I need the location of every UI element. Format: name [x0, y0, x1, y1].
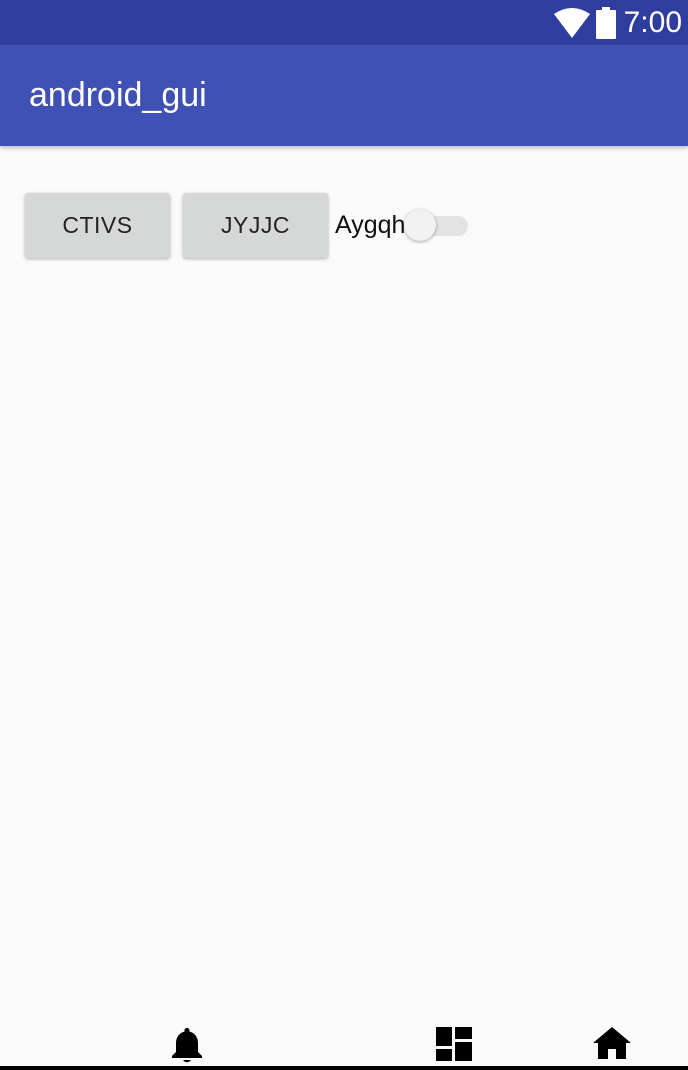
dashboard-icon[interactable] — [436, 1027, 472, 1061]
app-title: android_gui — [29, 76, 207, 114]
bottom-edge — [0, 1066, 688, 1070]
jyjjc-button[interactable]: JYJJC — [183, 193, 328, 258]
bottom-navigation — [0, 1020, 688, 1066]
switch-thumb[interactable] — [404, 209, 436, 241]
ctivs-button[interactable]: CTIVS — [25, 193, 170, 258]
status-clock: 7:00 — [623, 6, 682, 39]
home-icon[interactable] — [593, 1027, 631, 1059]
wifi-icon — [553, 7, 590, 38]
status-bar: 7:00 — [0, 0, 688, 45]
switch-label: Aygqh — [335, 211, 406, 239]
main-content: CTIVS JYJJC Aygqh — [0, 146, 688, 1036]
status-icons: 7:00 — [553, 0, 682, 45]
battery-icon — [595, 6, 616, 39]
bell-icon[interactable] — [171, 1026, 203, 1064]
aygqh-switch[interactable] — [404, 208, 470, 242]
app-bar: android_gui — [0, 45, 688, 146]
